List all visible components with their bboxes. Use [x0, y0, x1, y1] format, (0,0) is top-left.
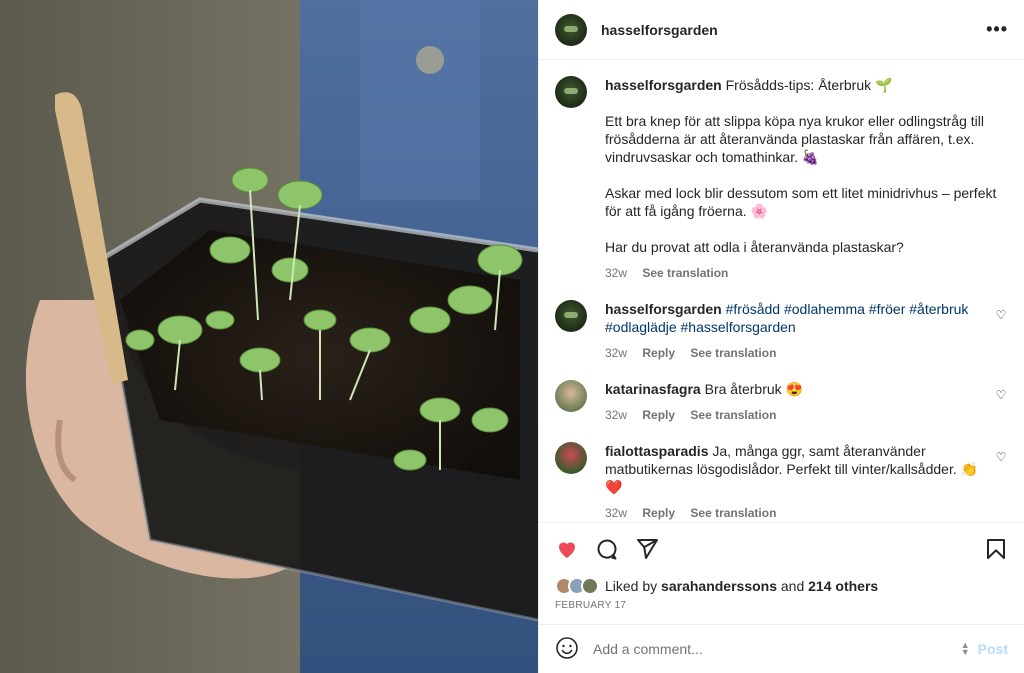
emoji-icon[interactable] [555, 636, 579, 663]
liked-by-label: Liked by [605, 578, 658, 594]
reply-button[interactable]: Reply [642, 346, 675, 360]
post-header: hasselforsgarden ••• [539, 0, 1024, 60]
avatar[interactable] [555, 300, 587, 332]
see-translation-button[interactable]: See translation [690, 506, 776, 520]
likes-count-link[interactable]: 214 others [808, 578, 878, 594]
header-username[interactable]: hasselforsgarden [601, 22, 718, 38]
see-translation-button[interactable]: See translation [690, 408, 776, 422]
caption-meta: 32w See translation [605, 264, 1008, 282]
heart-icon[interactable]: ♡ [994, 308, 1008, 322]
comment-username[interactable]: hasselforsgarden [605, 301, 722, 317]
avatar[interactable] [555, 76, 587, 108]
comment-username[interactable]: fialottasparadis [605, 443, 708, 459]
timestamp[interactable]: 32w [605, 506, 627, 520]
caption-title: Frösådds-tips: Återbruk 🌱 [725, 77, 893, 93]
heart-icon[interactable]: ♡ [994, 388, 1008, 402]
timestamp[interactable]: 32w [605, 408, 627, 422]
comment: katarinasfagra Bra återbruk 😍 32w Reply … [555, 380, 1008, 424]
and-label: and [780, 578, 805, 594]
liker-username[interactable]: sarahanderssons [661, 578, 777, 594]
post-panel: hasselforsgarden ••• hasselforsgarden Fr… [538, 0, 1024, 673]
liker-avatars [555, 577, 599, 595]
likes-summary: Liked by sarahanderssons and 214 others [539, 574, 1024, 598]
comment-username[interactable]: katarinasfagra [605, 381, 701, 397]
caption: hasselforsgarden Frösådds-tips: Återbruk… [555, 76, 1008, 282]
post-button[interactable]: Post [978, 641, 1008, 657]
share-icon[interactable] [635, 537, 659, 561]
timestamp[interactable]: 32w [605, 346, 627, 360]
avatar[interactable] [555, 442, 587, 474]
avatar[interactable] [555, 380, 587, 412]
comment: hasselforsgarden #frösådd #odlahemma #fr… [555, 300, 1008, 362]
seedling-tray-photo [0, 0, 538, 673]
reply-button[interactable]: Reply [642, 506, 675, 520]
more-icon[interactable]: ••• [986, 19, 1008, 40]
avatar[interactable] [555, 13, 587, 46]
timestamp[interactable]: 32w [605, 266, 627, 280]
scroll-stepper-icon[interactable]: ▲ ▼ [961, 641, 970, 657]
caption-paragraph: Har du provat att odla i återanvända pla… [605, 239, 904, 255]
caption-paragraph: Ett bra knep för att slippa köpa nya kru… [605, 113, 984, 165]
comment-input[interactable] [593, 641, 961, 657]
add-comment-bar: ▲▼ Post [539, 624, 1024, 673]
heart-icon[interactable]: ♡ [994, 450, 1008, 464]
bookmark-icon[interactable] [984, 537, 1008, 561]
heart-icon[interactable] [555, 537, 579, 561]
caption-username[interactable]: hasselforsgarden [605, 77, 722, 93]
post-image[interactable] [0, 0, 538, 673]
comment: fialottasparadis Ja, många ggr, samt åte… [555, 442, 1008, 522]
caption-paragraph: Askar med lock blir dessutom som ett lit… [605, 185, 997, 219]
reply-button[interactable]: Reply [642, 408, 675, 422]
comment-icon[interactable] [595, 537, 619, 561]
see-translation-button[interactable]: See translation [642, 266, 728, 280]
action-bar [539, 522, 1024, 574]
avatar [581, 577, 599, 595]
post-date[interactable]: FEBRUARY 17 [539, 598, 1024, 624]
see-translation-button[interactable]: See translation [690, 346, 776, 360]
comment-text: Bra återbruk 😍 [704, 381, 803, 397]
comments-list[interactable]: hasselforsgarden Frösådds-tips: Återbruk… [539, 60, 1024, 522]
